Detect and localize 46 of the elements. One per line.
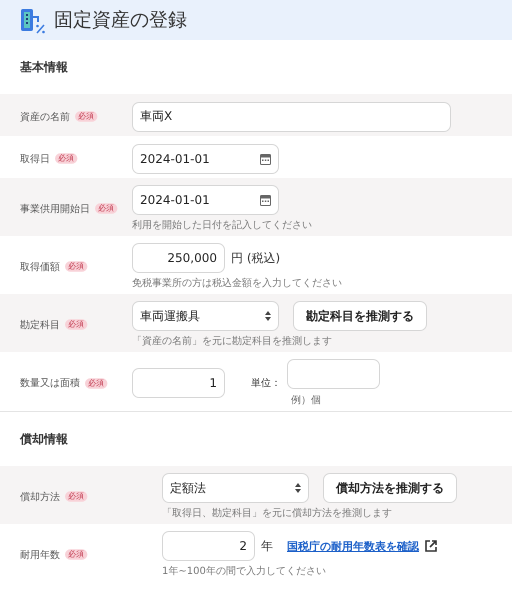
- required-badge: 必須: [55, 153, 78, 164]
- calendar-icon: [260, 152, 271, 164]
- field-label: 取得価額: [20, 260, 60, 274]
- required-badge: 必須: [85, 378, 108, 388]
- page-title: 固定資産の登録: [54, 8, 187, 33]
- guess-button[interactable]: 勘定科目を推測する: [293, 301, 427, 331]
- select-dropdown[interactable]: 定額法: [162, 473, 309, 503]
- unit-text: 年: [261, 538, 273, 554]
- date-field[interactable]: 2024-01-01: [132, 185, 279, 215]
- unit-text: 円 (税込): [231, 250, 280, 266]
- unit-field[interactable]: [287, 359, 380, 389]
- text-field[interactable]: 車両X: [132, 102, 451, 132]
- link[interactable]: 国税庁の耐用年数表を確認: [287, 538, 419, 554]
- updown-caret-icon: [265, 311, 271, 321]
- field-label: 償却方法: [20, 490, 60, 504]
- hint-text: 免税事業所の方は税込金額を入力してください: [132, 276, 342, 290]
- field-label: 取得日: [20, 152, 50, 166]
- required-badge: 必須: [65, 261, 88, 272]
- hint-text: 例）個: [291, 394, 321, 407]
- unit-label: 単位：: [251, 377, 281, 390]
- date-field[interactable]: 2024-01-01: [132, 144, 279, 174]
- field-label: 耐用年数: [20, 548, 60, 562]
- required-badge: 必須: [75, 111, 98, 122]
- field-label: 資産の名前: [20, 110, 70, 124]
- calendar-icon: [260, 194, 271, 206]
- hint-text: 利用を開始した日付を記入してください: [132, 218, 312, 232]
- hint-text: 「資産の名前」を元に勘定科目を推測します: [132, 334, 333, 348]
- required-badge: 必須: [95, 203, 118, 214]
- hint-text: 1年~100年の間で入力してください: [162, 564, 327, 578]
- required-badge: 必須: [65, 319, 88, 330]
- required-badge: 必須: [65, 491, 88, 502]
- section-title: 基本情報: [20, 58, 68, 76]
- number-field[interactable]: 250,000: [132, 243, 225, 273]
- guess-button[interactable]: 償却方法を推測する: [323, 473, 457, 503]
- field-label: 事業供用開始日: [20, 202, 90, 216]
- external-link-icon: [425, 540, 437, 552]
- number-field[interactable]: 1: [132, 368, 225, 398]
- building-percent-icon: [20, 8, 46, 34]
- field-label: 数量又は面積: [20, 376, 80, 390]
- select-dropdown[interactable]: 車両運搬具: [132, 301, 279, 331]
- hint-text: 「取得日、勘定科目」を元に償却方法を推測します: [162, 506, 393, 520]
- updown-caret-icon: [295, 483, 301, 493]
- required-badge: 必須: [65, 549, 88, 560]
- section-title: 償却情報: [20, 430, 68, 448]
- field-label: 勘定科目: [20, 318, 60, 332]
- number-field[interactable]: 2: [162, 531, 255, 561]
